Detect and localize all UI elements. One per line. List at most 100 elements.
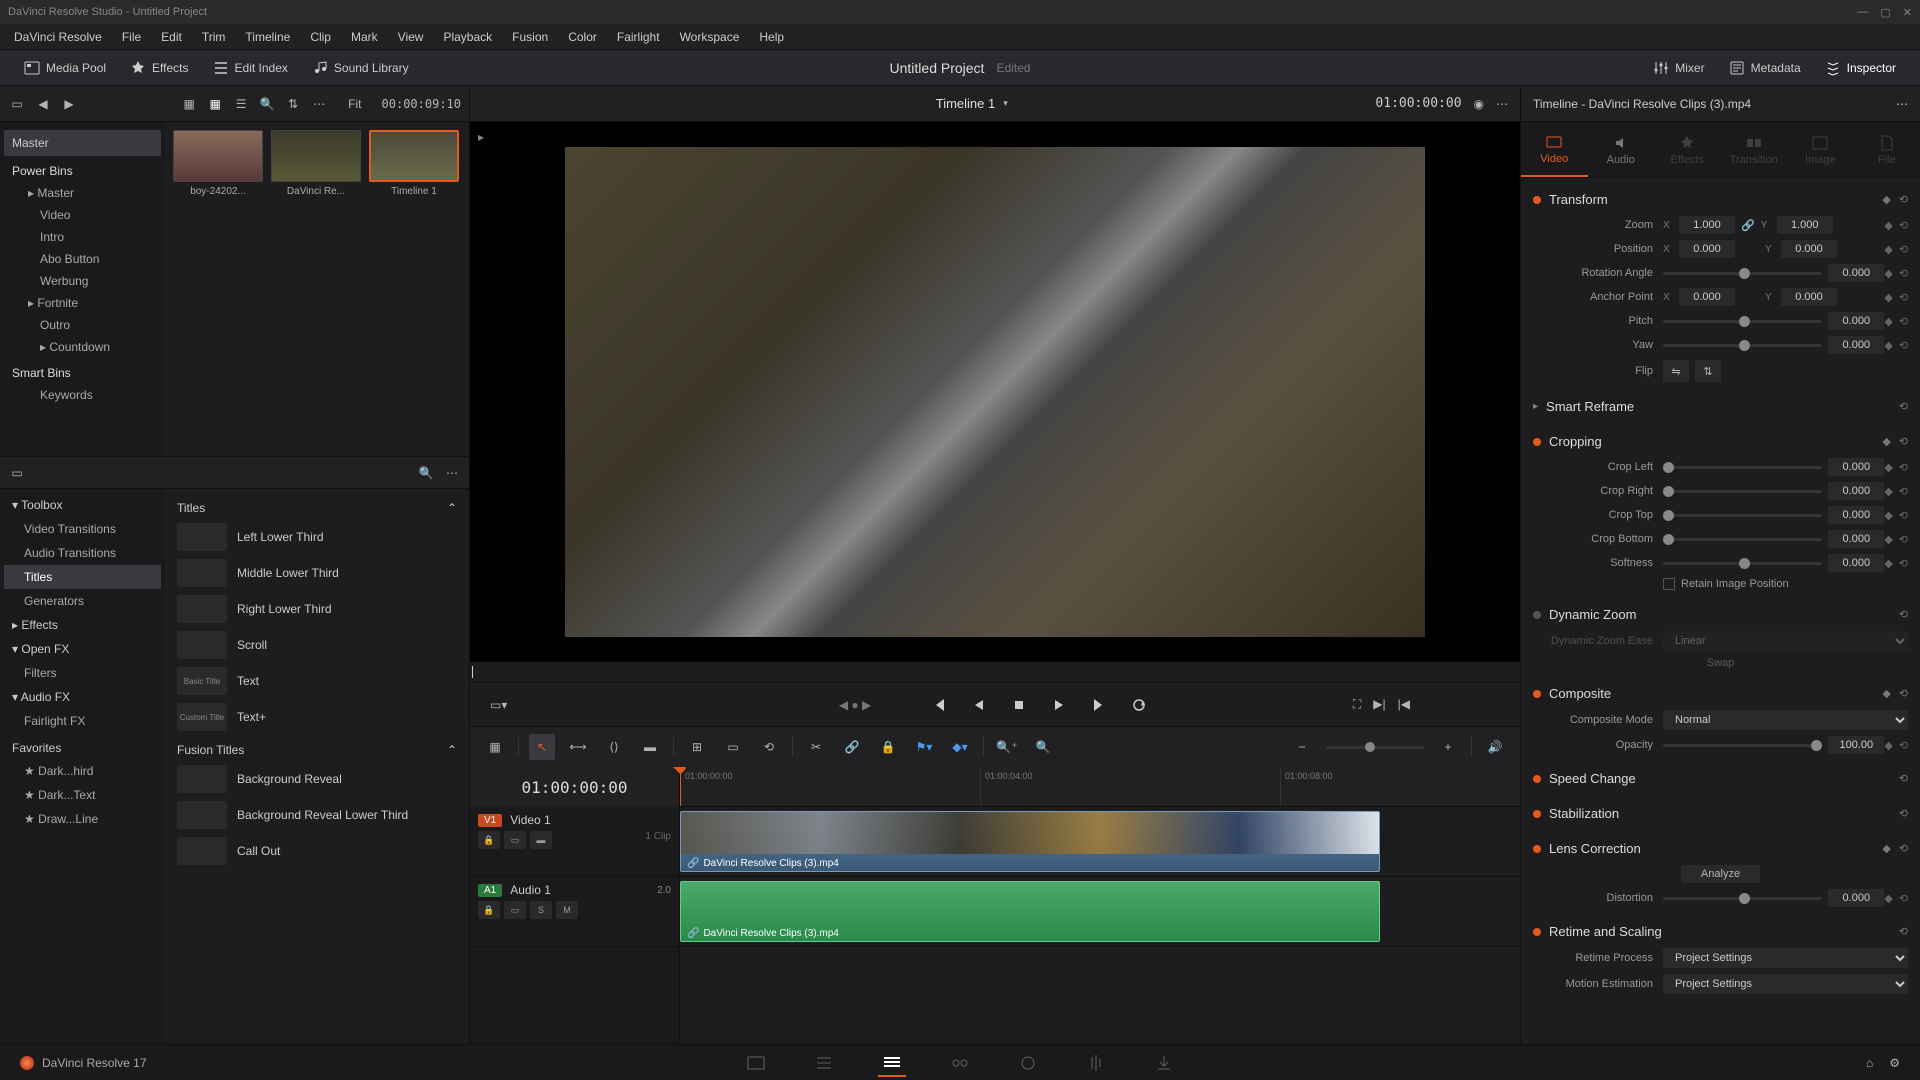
- lens-section[interactable]: Lens Correction◆⟲: [1533, 835, 1908, 862]
- pool-layout-icon[interactable]: ▭: [8, 95, 26, 113]
- rotation-slider[interactable]: [1663, 272, 1822, 275]
- crop-right-input[interactable]: [1828, 482, 1884, 500]
- blade-tool[interactable]: ▬: [637, 734, 663, 760]
- video-clip[interactable]: 🔗DaVinci Resolve Clips (3).mp4: [680, 811, 1380, 872]
- softness-input[interactable]: [1828, 554, 1884, 572]
- opacity-input[interactable]: [1828, 736, 1884, 754]
- opacity-slider[interactable]: [1663, 744, 1822, 747]
- home-icon[interactable]: ⌂: [1866, 1056, 1873, 1070]
- view-thumb-icon[interactable]: ▦: [206, 95, 224, 113]
- fx-tree-item[interactable]: ▾ Audio FX: [4, 685, 161, 709]
- menu-edit[interactable]: Edit: [151, 26, 192, 48]
- expand-icon[interactable]: ▸: [478, 130, 484, 144]
- bin-item[interactable]: ▸ Countdown: [4, 336, 161, 358]
- media-pool-toggle[interactable]: Media Pool: [12, 60, 118, 76]
- zoom-x-input[interactable]: [1679, 216, 1735, 234]
- first-frame-button[interactable]: [927, 693, 951, 717]
- dynamic-trim-tool[interactable]: ⟨⟩: [601, 734, 627, 760]
- cut-page[interactable]: [810, 1049, 838, 1077]
- anchor-y-input[interactable]: [1781, 288, 1837, 306]
- stop-button[interactable]: [1007, 693, 1031, 717]
- search-icon[interactable]: 🔍: [417, 464, 435, 482]
- reset-icon[interactable]: ⟲: [1899, 291, 1908, 304]
- timeline-ruler[interactable]: 01:00:00:00 01:00:04:00 01:00:08:00: [680, 767, 1520, 807]
- options-icon[interactable]: ⋯: [443, 464, 461, 482]
- lock-icon[interactable]: 🔒: [478, 901, 500, 919]
- master-bin[interactable]: Master: [4, 130, 161, 156]
- menu-color[interactable]: Color: [558, 26, 607, 48]
- menu-timeline[interactable]: Timeline: [235, 26, 300, 48]
- speed-section[interactable]: Speed Change⟲: [1533, 765, 1908, 792]
- distortion-slider[interactable]: [1663, 897, 1822, 900]
- crop-top-input[interactable]: [1828, 506, 1884, 524]
- mixer-toggle[interactable]: Mixer: [1641, 60, 1716, 76]
- crop-bottom-input[interactable]: [1828, 530, 1884, 548]
- reset-icon[interactable]: ⟲: [1899, 267, 1908, 280]
- link-icon[interactable]: 🔗: [839, 734, 865, 760]
- power-bins-head[interactable]: Power Bins: [4, 156, 161, 182]
- crop-bottom-slider[interactable]: [1663, 538, 1822, 541]
- fx-tree-item[interactable]: Audio Transitions: [4, 541, 161, 565]
- loop-button[interactable]: [1127, 693, 1151, 717]
- inspector-toggle[interactable]: Inspector: [1813, 60, 1908, 76]
- fx-tree-item[interactable]: Titles: [4, 565, 161, 589]
- fav-item[interactable]: ★ Draw...Line: [4, 807, 161, 831]
- keyframe-icon[interactable]: ◆: [1884, 291, 1892, 304]
- video-track[interactable]: 🔗DaVinci Resolve Clips (3).mp4: [680, 807, 1520, 877]
- timeline-name[interactable]: Timeline 1: [936, 96, 995, 111]
- disable-icon[interactable]: ▬: [530, 831, 552, 849]
- transform-section[interactable]: Transform◆⟲: [1533, 186, 1908, 213]
- rotation-input[interactable]: [1828, 264, 1884, 282]
- tab-image[interactable]: Image: [1787, 122, 1854, 177]
- stabilization-section[interactable]: Stabilization⟲: [1533, 800, 1908, 827]
- metadata-toggle[interactable]: Metadata: [1717, 60, 1813, 76]
- crop-left-slider[interactable]: [1663, 466, 1822, 469]
- gear-icon[interactable]: ⚙: [1889, 1056, 1900, 1070]
- title-preset[interactable]: Call Out: [173, 833, 461, 869]
- auto-select-icon[interactable]: ▭: [504, 831, 526, 849]
- edit-page[interactable]: [878, 1049, 906, 1077]
- bin-item[interactable]: Video: [4, 204, 161, 226]
- audio-track-head[interactable]: A1Audio 12.0 🔒 ▭ S M: [470, 877, 679, 947]
- selection-tool[interactable]: ↖: [529, 734, 555, 760]
- title-preset[interactable]: Custom TitleText+: [173, 699, 461, 735]
- close-icon[interactable]: ✕: [1903, 6, 1912, 19]
- overwrite-icon[interactable]: ▭: [720, 734, 746, 760]
- menu-fusion[interactable]: Fusion: [502, 26, 558, 48]
- menu-fairlight[interactable]: Fairlight: [607, 26, 670, 48]
- pitch-input[interactable]: [1828, 312, 1884, 330]
- reset-icon[interactable]: ⟲: [1899, 193, 1908, 206]
- nav-fwd-icon[interactable]: ▶: [60, 95, 78, 113]
- retain-checkbox[interactable]: [1663, 578, 1675, 590]
- distortion-input[interactable]: [1828, 889, 1884, 907]
- timeline-timecode[interactable]: 01:00:00:00: [470, 767, 679, 807]
- audio-icon[interactable]: 🔊: [1482, 734, 1508, 760]
- view-metadata-icon[interactable]: ▦: [180, 95, 198, 113]
- retime-process-select[interactable]: Project Settings: [1663, 948, 1908, 968]
- razor-icon[interactable]: ✂: [803, 734, 829, 760]
- fx-tree-item[interactable]: Generators: [4, 589, 161, 613]
- pos-x-input[interactable]: [1679, 240, 1735, 258]
- toolbox-cat[interactable]: ▾ Toolbox: [4, 493, 161, 517]
- clip-thumb[interactable]: Timeline 1: [369, 130, 459, 197]
- fit-dropdown[interactable]: Fit: [348, 97, 361, 111]
- collapse-icon[interactable]: ⌃: [447, 501, 457, 515]
- keyframe-icon[interactable]: ◆: [1884, 315, 1892, 328]
- reset-icon[interactable]: ⟲: [1899, 400, 1908, 413]
- keyframe-icon[interactable]: ◆: [1884, 219, 1892, 232]
- timeline-view-icon[interactable]: ▦: [482, 734, 508, 760]
- mark-in-icon[interactable]: ▭▾: [490, 698, 507, 712]
- maximize-icon[interactable]: ▢: [1880, 6, 1890, 19]
- title-preset[interactable]: Background Reveal Lower Third: [173, 797, 461, 833]
- menu-trim[interactable]: Trim: [192, 26, 236, 48]
- menu-clip[interactable]: Clip: [300, 26, 341, 48]
- reset-icon[interactable]: ⟲: [1899, 243, 1908, 256]
- bin-item[interactable]: Abo Button: [4, 248, 161, 270]
- chevron-down-icon[interactable]: ▾: [1003, 98, 1008, 109]
- fx-tree-item[interactable]: Filters: [4, 661, 161, 685]
- title-preset[interactable]: Basic TitleText: [173, 663, 461, 699]
- replace-icon[interactable]: ⟲: [756, 734, 782, 760]
- mute-icon[interactable]: M: [556, 901, 578, 919]
- pitch-slider[interactable]: [1663, 320, 1822, 323]
- record-timecode[interactable]: 01:00:00:00: [1375, 96, 1461, 111]
